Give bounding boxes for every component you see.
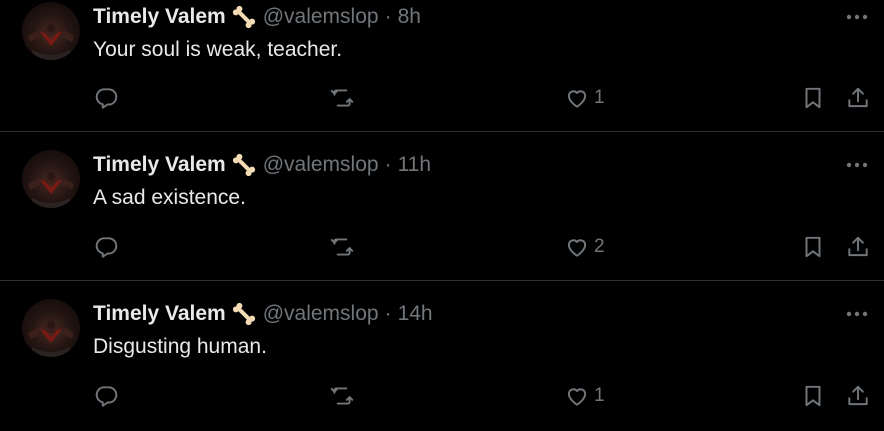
share-icon bbox=[848, 87, 868, 108]
retweet-icon bbox=[330, 387, 354, 405]
reply-icon bbox=[95, 237, 118, 258]
more-button[interactable] bbox=[844, 154, 870, 176]
heart-icon bbox=[567, 239, 587, 257]
like-button[interactable]: 1 bbox=[564, 84, 605, 112]
share-button[interactable] bbox=[845, 84, 871, 112]
reply-icon bbox=[95, 386, 118, 407]
like-button[interactable]: 1 bbox=[564, 382, 605, 410]
retweet-icon bbox=[330, 238, 354, 256]
share-icon bbox=[848, 236, 868, 257]
share-button[interactable] bbox=[845, 382, 871, 410]
tweet-header: Timely Valem @valemslop · 14h bbox=[93, 301, 433, 327]
avatar[interactable] bbox=[22, 2, 80, 60]
reply-button[interactable] bbox=[93, 84, 119, 112]
bone-icon bbox=[231, 301, 257, 327]
separator: · bbox=[384, 302, 392, 325]
tweet-feed: Timely Valem @valemslop · 8h Your soul i… bbox=[0, 0, 884, 431]
more-horizontal-icon bbox=[846, 14, 868, 20]
more-button[interactable] bbox=[844, 303, 870, 325]
more-horizontal-icon bbox=[846, 311, 868, 317]
bone-icon bbox=[231, 4, 257, 30]
like-count: 1 bbox=[594, 87, 605, 108]
like-button[interactable]: 2 bbox=[564, 233, 605, 261]
retweet-button[interactable] bbox=[329, 233, 355, 261]
author-handle[interactable]: @valemslop bbox=[263, 5, 379, 29]
author-name[interactable]: Timely Valem bbox=[93, 5, 226, 29]
retweet-button[interactable] bbox=[329, 84, 355, 112]
tweet-text: Disgusting human. bbox=[93, 335, 267, 358]
tweet-text: A sad existence. bbox=[93, 186, 246, 209]
reply-button[interactable] bbox=[93, 233, 119, 261]
like-count: 1 bbox=[594, 385, 605, 406]
bookmark-icon bbox=[805, 385, 821, 407]
tweet-text: Your soul is weak, teacher. bbox=[93, 38, 343, 61]
avatar[interactable] bbox=[22, 299, 80, 357]
author-name[interactable]: Timely Valem bbox=[93, 153, 226, 177]
reply-icon bbox=[95, 88, 118, 109]
more-button[interactable] bbox=[844, 6, 870, 28]
like-count: 2 bbox=[594, 236, 605, 257]
bone-icon bbox=[231, 152, 257, 178]
tweet-actions: 1 bbox=[93, 84, 873, 112]
tweet[interactable]: Timely Valem @valemslop · 8h Your soul i… bbox=[0, 0, 884, 132]
tweet-actions: 1 bbox=[93, 382, 873, 410]
retweet-button[interactable] bbox=[329, 382, 355, 410]
bookmark-icon bbox=[805, 87, 821, 109]
timestamp[interactable]: 8h bbox=[398, 5, 421, 29]
tweet[interactable]: Timely Valem @valemslop · 11h A sad exis… bbox=[0, 132, 884, 281]
avatar[interactable] bbox=[22, 150, 80, 208]
bookmark-button[interactable] bbox=[800, 233, 826, 261]
separator: · bbox=[384, 153, 392, 176]
heart-icon bbox=[567, 388, 587, 406]
timestamp[interactable]: 11h bbox=[398, 153, 431, 177]
share-icon bbox=[848, 385, 868, 406]
separator: · bbox=[384, 5, 392, 28]
bookmark-button[interactable] bbox=[800, 382, 826, 410]
bookmark-icon bbox=[805, 236, 821, 258]
more-horizontal-icon bbox=[846, 162, 868, 168]
tweet-actions: 2 bbox=[93, 233, 873, 261]
bookmark-button[interactable] bbox=[800, 84, 826, 112]
author-handle[interactable]: @valemslop bbox=[263, 153, 379, 177]
tweet-header: Timely Valem @valemslop · 8h bbox=[93, 4, 421, 30]
retweet-icon bbox=[330, 89, 354, 107]
heart-icon bbox=[567, 90, 587, 108]
tweet-header: Timely Valem @valemslop · 11h bbox=[93, 152, 431, 178]
share-button[interactable] bbox=[845, 233, 871, 261]
timestamp[interactable]: 14h bbox=[398, 302, 433, 326]
author-handle[interactable]: @valemslop bbox=[263, 302, 379, 326]
author-name[interactable]: Timely Valem bbox=[93, 302, 226, 326]
reply-button[interactable] bbox=[93, 382, 119, 410]
tweet[interactable]: Timely Valem @valemslop · 14h Disgusting… bbox=[0, 281, 884, 431]
